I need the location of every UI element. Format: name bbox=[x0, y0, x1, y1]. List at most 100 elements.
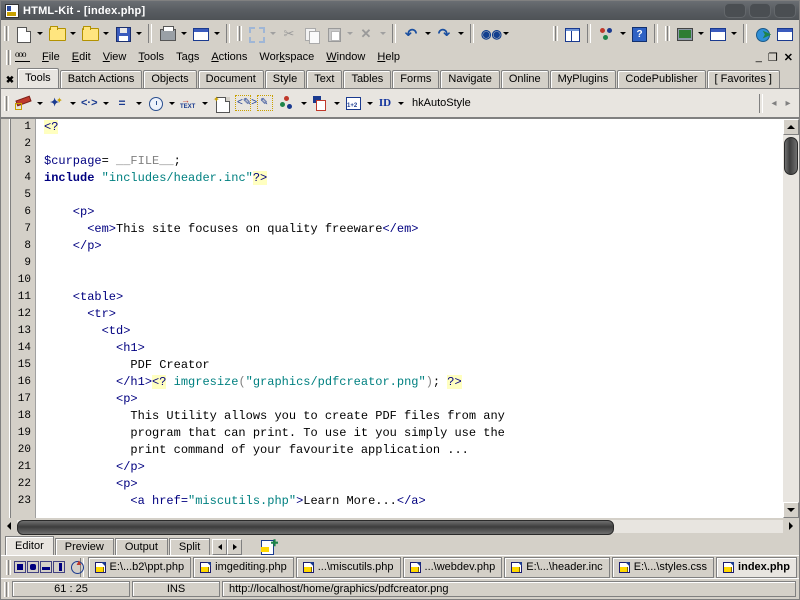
code-line[interactable]: <td> bbox=[44, 323, 782, 340]
new-page-button[interactable]: ✦ bbox=[210, 93, 232, 114]
plugins-button[interactable] bbox=[773, 23, 795, 44]
new-file-dropdown[interactable] bbox=[34, 23, 45, 44]
open-recent-button[interactable] bbox=[78, 23, 100, 44]
edit-selection-button[interactable]: ✎ bbox=[254, 93, 276, 114]
edit-code-button[interactable]: <✎> bbox=[232, 93, 257, 114]
file-tab-webdev[interactable]: ...\webdev.php bbox=[402, 556, 503, 578]
plugin-tab-online[interactable]: Online bbox=[500, 70, 549, 88]
code-line[interactable]: <a href="miscutils.php">Learn More...</a… bbox=[44, 493, 782, 510]
save-file-dropdown[interactable] bbox=[133, 23, 144, 44]
clipboard-tool-button[interactable] bbox=[309, 93, 331, 114]
view-tab-next-button[interactable] bbox=[227, 539, 243, 555]
view-tab-spinner[interactable] bbox=[212, 539, 243, 555]
menu-item-help[interactable]: Help bbox=[371, 49, 406, 65]
scroll-down-arrow-icon[interactable] bbox=[783, 502, 799, 518]
redo-button[interactable]: ↶ bbox=[433, 23, 455, 44]
code-line[interactable]: </p> bbox=[44, 459, 782, 476]
text-tool-button[interactable]: → TEXT bbox=[177, 93, 199, 114]
timer-dropdown[interactable] bbox=[166, 93, 177, 114]
find-button[interactable]: ◉◉ bbox=[478, 23, 502, 44]
file-tab-ppt[interactable]: E:\...b2\ppt.php bbox=[87, 556, 192, 578]
select-button[interactable] bbox=[245, 23, 267, 44]
code-line[interactable]: <table> bbox=[44, 289, 782, 306]
panel-message-icon[interactable] bbox=[27, 561, 39, 573]
close-button[interactable] bbox=[774, 3, 796, 18]
file-tab-styles-css[interactable]: E:\...\styles.css bbox=[611, 556, 715, 578]
code-line[interactable]: include "includes/header.inc"?> bbox=[44, 170, 782, 187]
id-dropdown[interactable] bbox=[395, 93, 406, 114]
code-line[interactable]: <p> bbox=[44, 204, 782, 221]
close-toolbar-icon[interactable]: ✖ bbox=[3, 72, 17, 88]
plugin-tab-myplugins[interactable]: MyPlugins bbox=[549, 70, 617, 88]
workspace-button[interactable] bbox=[595, 23, 617, 44]
view-tab-preview[interactable]: Preview bbox=[54, 538, 114, 555]
code-line[interactable] bbox=[44, 136, 782, 153]
menu-item-workspace[interactable]: Workspace bbox=[253, 49, 320, 65]
insert-tag-dropdown[interactable] bbox=[34, 93, 45, 114]
tools-scroll-left-button[interactable]: ◂ bbox=[767, 93, 781, 114]
menu-item-window[interactable]: Window bbox=[320, 49, 371, 65]
file-tab-grip[interactable] bbox=[6, 559, 11, 575]
plugin-tab-style[interactable]: Style bbox=[264, 70, 306, 88]
split-view-button[interactable] bbox=[561, 23, 583, 44]
scroll-right-arrow-icon[interactable] bbox=[783, 519, 799, 534]
menubar-grip[interactable] bbox=[6, 49, 11, 65]
print-preview-button[interactable] bbox=[189, 23, 211, 44]
print-preview-dropdown[interactable] bbox=[211, 23, 222, 44]
external-preview-button[interactable] bbox=[706, 23, 728, 44]
ftp-upload-button[interactable]: ➤ bbox=[751, 23, 773, 44]
view-tab-prev-button[interactable] bbox=[212, 539, 228, 555]
code-snippet-button[interactable]: <·> bbox=[78, 93, 100, 114]
new-file-button[interactable] bbox=[12, 23, 34, 44]
file-tab-header-inc[interactable]: E:\...\header.inc bbox=[504, 556, 610, 578]
align-button[interactable]: = bbox=[111, 93, 133, 114]
restore-button[interactable] bbox=[749, 3, 771, 18]
code-line[interactable]: <em>This site focuses on quality freewar… bbox=[44, 221, 782, 238]
open-file-dropdown[interactable] bbox=[67, 23, 78, 44]
tools-scroll-right-button[interactable]: ▸ bbox=[781, 93, 795, 114]
menu-item-file[interactable]: File bbox=[36, 49, 66, 65]
id-button[interactable]: ID bbox=[375, 93, 395, 114]
code-line[interactable]: <h1> bbox=[44, 340, 782, 357]
mdi-close-button[interactable]: ✕ bbox=[784, 51, 793, 64]
undo-button[interactable]: ↶ bbox=[400, 23, 422, 44]
code-line[interactable]: <tr> bbox=[44, 306, 782, 323]
workspace-dropdown[interactable] bbox=[617, 23, 628, 44]
panel-left-icon[interactable] bbox=[14, 561, 26, 573]
menu-item-view[interactable]: View bbox=[97, 49, 133, 65]
plugin-tab-batch-actions[interactable]: Batch Actions bbox=[59, 70, 143, 88]
panel-right-icon[interactable] bbox=[53, 561, 65, 573]
plugin-tab-objects[interactable]: Objects bbox=[143, 70, 197, 88]
editor-vertical-scrollbar[interactable] bbox=[782, 119, 799, 518]
editor-horizontal-scrollbar[interactable] bbox=[1, 518, 799, 535]
code-snippet-dropdown[interactable] bbox=[100, 93, 111, 114]
open-file-button[interactable] bbox=[45, 23, 67, 44]
numbered-list-dropdown[interactable] bbox=[364, 93, 375, 114]
preview-browser-button[interactable] bbox=[673, 23, 695, 44]
code-line[interactable] bbox=[44, 187, 782, 204]
numbered-list-button[interactable]: 1+2 bbox=[342, 93, 364, 114]
code-line[interactable]: $curpage= __FILE__; bbox=[44, 153, 782, 170]
plugin-tab-navigate[interactable]: Navigate bbox=[440, 70, 500, 88]
paste-dropdown[interactable] bbox=[344, 23, 355, 44]
menu-item-actions[interactable]: Actions bbox=[205, 49, 253, 65]
external-preview-dropdown[interactable] bbox=[728, 23, 739, 44]
delete-dropdown[interactable] bbox=[377, 23, 388, 44]
scroll-left-arrow-icon[interactable] bbox=[1, 519, 17, 534]
plugin-tab-codepublisher[interactable]: CodePublisher bbox=[617, 70, 706, 88]
plugin-tab-text[interactable]: Text bbox=[306, 70, 343, 88]
view-tab-split[interactable]: Split bbox=[168, 538, 211, 555]
code-line[interactable]: <p> bbox=[44, 391, 782, 408]
file-tab-index-php[interactable]: index.php bbox=[716, 556, 797, 578]
minimize-button[interactable] bbox=[724, 3, 746, 18]
plugin-tab-tools[interactable]: Tools bbox=[17, 68, 59, 88]
insert-tag-button[interactable] bbox=[12, 93, 34, 114]
print-button[interactable] bbox=[156, 23, 178, 44]
help-button[interactable]: ? bbox=[628, 23, 650, 44]
paste-button[interactable] bbox=[322, 23, 344, 44]
color-picker-button[interactable] bbox=[276, 93, 298, 114]
code-line[interactable]: <? bbox=[44, 119, 782, 136]
timer-button[interactable] bbox=[144, 93, 166, 114]
view-tab-output[interactable]: Output bbox=[114, 538, 168, 555]
panel-bottom-icon[interactable] bbox=[40, 561, 52, 573]
